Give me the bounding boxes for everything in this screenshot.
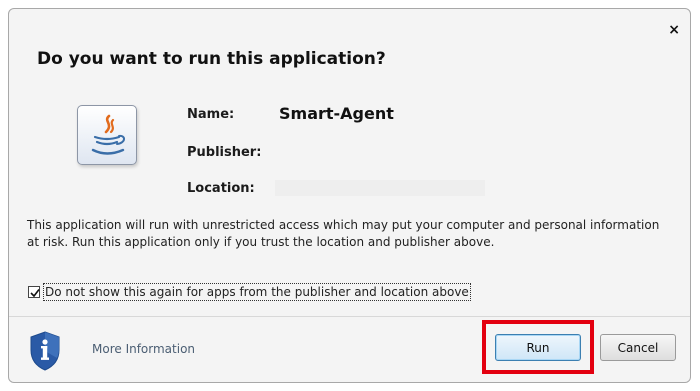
location-value bbox=[275, 180, 485, 196]
checkmark-icon bbox=[30, 289, 40, 298]
dont-show-again-label[interactable]: Do not show this again for apps from the… bbox=[43, 283, 471, 301]
dont-show-again-checkbox[interactable] bbox=[28, 286, 40, 298]
location-label: Location: bbox=[187, 181, 255, 196]
warning-text: This application will run with unrestric… bbox=[27, 218, 660, 249]
more-information-link[interactable]: More Information bbox=[92, 342, 195, 356]
run-button[interactable]: Run bbox=[495, 334, 581, 361]
name-label: Name: bbox=[187, 107, 235, 122]
close-button[interactable]: × bbox=[668, 23, 680, 37]
app-name-value: Smart-Agent bbox=[279, 104, 394, 123]
java-coffee-cup-icon bbox=[77, 105, 137, 165]
publisher-label: Publisher: bbox=[187, 145, 262, 160]
cancel-button[interactable]: Cancel bbox=[600, 334, 676, 361]
dialog-title: Do you want to run this application? bbox=[37, 49, 386, 69]
security-dialog: × Do you want to run this application? N… bbox=[8, 8, 691, 383]
shield-info-icon bbox=[29, 331, 61, 375]
footer-separator bbox=[9, 316, 690, 317]
